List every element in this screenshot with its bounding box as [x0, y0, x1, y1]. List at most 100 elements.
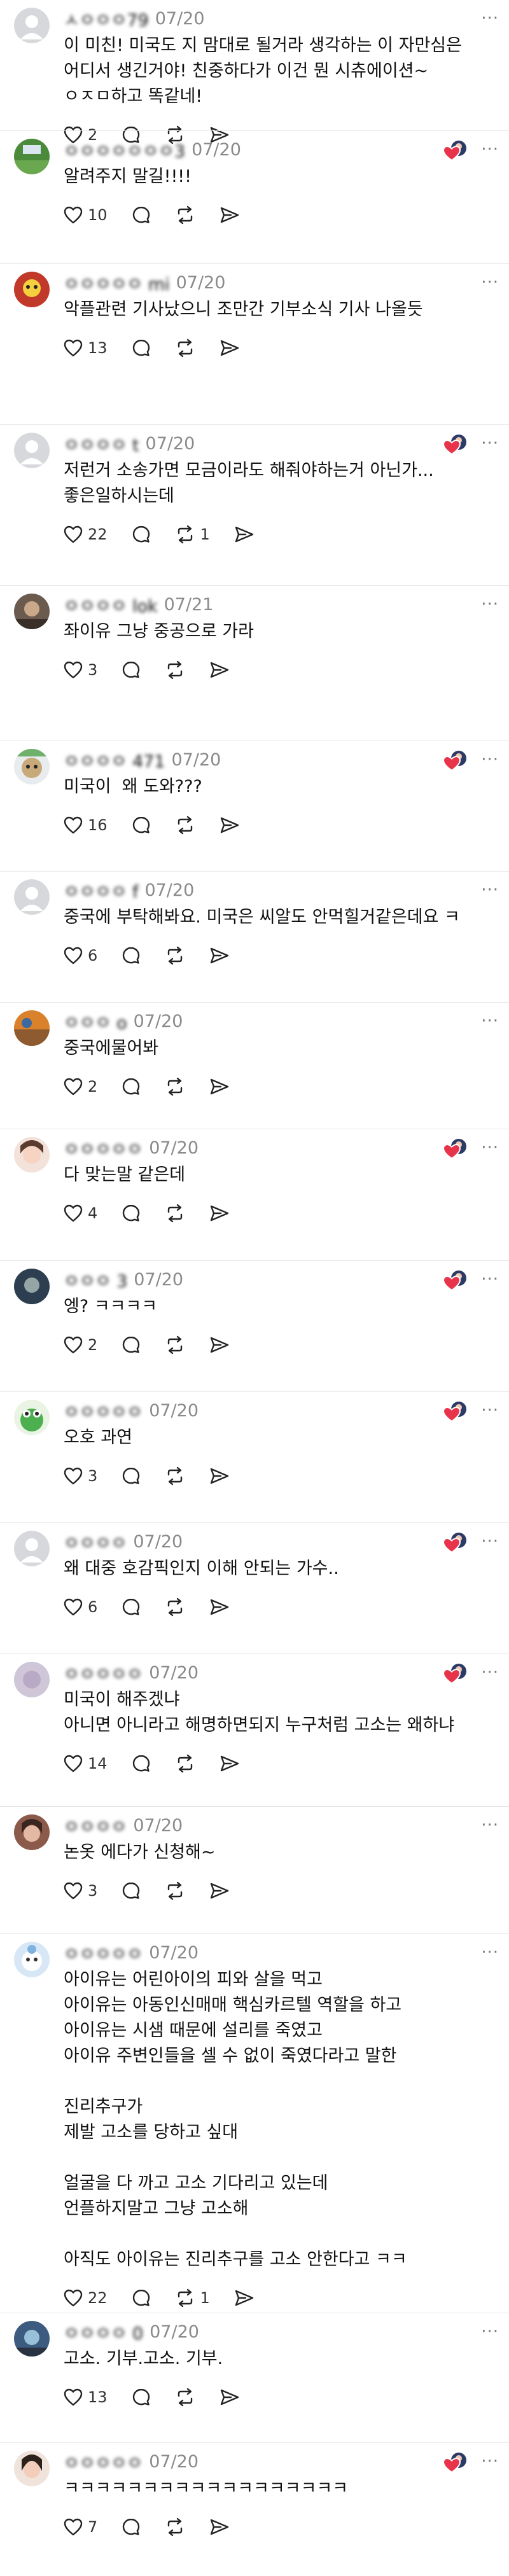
avatar[interactable]	[14, 272, 50, 307]
like-button[interactable]: 22	[64, 526, 108, 543]
repost-button[interactable]	[175, 338, 195, 358]
more-options-button[interactable]: ···	[481, 1532, 499, 1551]
like-button[interactable]: 3	[64, 1467, 97, 1485]
reply-button[interactable]	[122, 1881, 141, 1900]
avatar[interactable]	[14, 1942, 50, 1977]
username[interactable]: ㅇㅇㅇㅇㅇ	[64, 1940, 143, 1965]
username[interactable]: ㅇㅇㅇ o	[64, 1009, 127, 1034]
avatar[interactable]	[14, 594, 50, 629]
more-options-button[interactable]: ···	[481, 1270, 499, 1289]
repost-button[interactable]	[175, 816, 195, 835]
more-options-button[interactable]: ···	[481, 1138, 499, 1157]
more-options-button[interactable]: ···	[481, 2452, 499, 2471]
avatar[interactable]	[14, 879, 50, 915]
like-button[interactable]: 3	[64, 661, 97, 679]
repost-button[interactable]	[175, 1754, 195, 1773]
more-options-button[interactable]: ···	[481, 881, 499, 900]
reply-button[interactable]	[122, 660, 141, 679]
share-button[interactable]	[220, 339, 240, 357]
avatar[interactable]	[14, 1269, 50, 1304]
username[interactable]: ㅇㅇㅇㅇㅇ	[64, 1398, 143, 1423]
share-button[interactable]	[234, 526, 254, 543]
avatar[interactable]	[14, 2321, 50, 2357]
share-button[interactable]	[209, 1204, 230, 1222]
username[interactable]: ㅇㅇㅇㅇ t	[64, 431, 139, 456]
username[interactable]: ㅇㅇㅇ 3	[64, 1267, 127, 1292]
like-button[interactable]: 13	[64, 2388, 108, 2406]
repost-button[interactable]	[175, 2388, 195, 2407]
repost-button[interactable]	[175, 205, 195, 225]
reply-button[interactable]	[132, 816, 151, 835]
like-button[interactable]: 16	[64, 816, 108, 834]
like-button[interactable]: 3	[64, 1882, 97, 1900]
username[interactable]: ㅇㅇㅇㅇ 0	[64, 2320, 143, 2344]
reply-button[interactable]	[122, 1204, 141, 1223]
username[interactable]: ㅇㅇㅇㅇ	[64, 1813, 127, 1838]
like-button[interactable]: 6	[64, 1598, 97, 1616]
reply-button[interactable]	[132, 1754, 151, 1773]
username[interactable]: ㅇㅇㅇㅇ 471	[64, 748, 165, 772]
username[interactable]: ㅅㅇㅇㅇ79	[64, 6, 149, 31]
more-options-button[interactable]: ···	[481, 1663, 499, 1682]
more-options-button[interactable]: ···	[481, 2322, 499, 2341]
avatar[interactable]	[14, 139, 50, 174]
repost-button[interactable]	[165, 1466, 185, 1486]
reply-button[interactable]	[132, 525, 151, 544]
avatar[interactable]	[14, 2451, 50, 2486]
more-options-button[interactable]: ···	[481, 140, 499, 159]
avatar[interactable]	[14, 1662, 50, 1697]
share-button[interactable]	[220, 2388, 240, 2406]
username[interactable]: ㅇㅇㅇㅇㅇ	[64, 1136, 143, 1160]
more-options-button[interactable]: ···	[481, 1816, 499, 1835]
avatar[interactable]	[14, 1137, 50, 1173]
reply-button[interactable]	[122, 1335, 141, 1354]
reply-button[interactable]	[132, 2288, 151, 2308]
repost-button[interactable]	[165, 1335, 185, 1354]
share-button[interactable]	[209, 947, 230, 964]
repost-button[interactable]: 1	[175, 2288, 210, 2308]
username[interactable]: ㅇㅇㅇㅇ lok	[64, 592, 158, 617]
like-button[interactable]: 13	[64, 339, 108, 357]
username[interactable]: ㅇㅇㅇㅇㅇ	[64, 1660, 143, 1685]
repost-button[interactable]: 1	[175, 525, 210, 544]
share-button[interactable]	[209, 1467, 230, 1485]
username[interactable]: ㅇㅇㅇㅇㅇ	[64, 2449, 143, 2474]
share-button[interactable]	[209, 2518, 230, 2536]
avatar[interactable]	[14, 433, 50, 468]
avatar[interactable]	[14, 1400, 50, 1435]
avatar[interactable]	[14, 1814, 50, 1850]
like-button[interactable]: 14	[64, 1755, 108, 1772]
avatar[interactable]	[14, 749, 50, 784]
reply-button[interactable]	[122, 1077, 141, 1096]
share-button[interactable]	[209, 1336, 230, 1354]
reply-button[interactable]	[122, 1466, 141, 1486]
avatar[interactable]	[14, 1531, 50, 1566]
share-button[interactable]	[209, 1598, 230, 1616]
repost-button[interactable]	[165, 1598, 185, 1617]
like-button[interactable]: 6	[64, 947, 97, 964]
like-button[interactable]: 2	[64, 1336, 97, 1354]
repost-button[interactable]	[165, 946, 185, 965]
reply-button[interactable]	[122, 946, 141, 965]
reply-button[interactable]	[132, 2388, 151, 2407]
share-button[interactable]	[209, 661, 230, 679]
repost-button[interactable]	[165, 1077, 185, 1096]
like-button[interactable]: 2	[64, 1078, 97, 1096]
more-options-button[interactable]: ···	[481, 273, 499, 292]
more-options-button[interactable]: ···	[481, 595, 499, 614]
share-button[interactable]	[234, 2289, 254, 2307]
like-button[interactable]: 7	[64, 2518, 97, 2536]
username[interactable]: ㅇㅇㅇㅇ	[64, 1529, 127, 1554]
reply-button[interactable]	[122, 1598, 141, 1617]
username[interactable]: ㅇㅇㅇㅇㅇㅇㅇ3	[64, 137, 185, 162]
share-button[interactable]	[209, 1078, 230, 1096]
username[interactable]: ㅇㅇㅇㅇ f	[64, 878, 138, 903]
like-button[interactable]: 4	[64, 1204, 97, 1222]
repost-button[interactable]	[165, 2517, 185, 2537]
reply-button[interactable]	[132, 205, 151, 225]
more-options-button[interactable]: ···	[481, 1943, 499, 1962]
like-button[interactable]: 22	[64, 2289, 108, 2307]
more-options-button[interactable]: ···	[481, 750, 499, 769]
more-options-button[interactable]: ···	[481, 1012, 499, 1031]
share-button[interactable]	[220, 1755, 240, 1772]
